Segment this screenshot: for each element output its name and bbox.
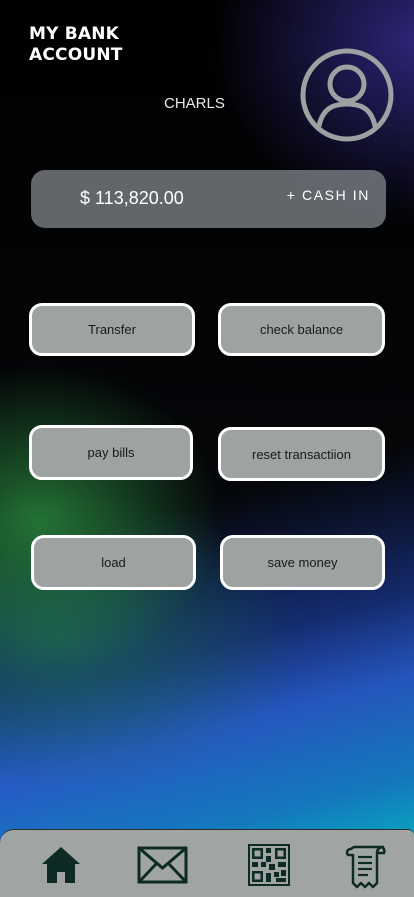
user-circle-icon[interactable] xyxy=(299,47,395,143)
qr-code-icon[interactable] xyxy=(248,844,290,890)
user-name: CHARLS xyxy=(164,95,225,112)
receipt-icon[interactable] xyxy=(343,843,387,893)
pay-bills-button[interactable]: pay bills xyxy=(29,425,193,480)
cash-in-button[interactable]: + CASH IN xyxy=(287,187,370,203)
balance-card: $ 113,820.00 + CASH IN xyxy=(31,170,386,228)
reset-transaction-button[interactable]: reset transactiion xyxy=(218,427,385,481)
balance-amount: $ 113,820.00 xyxy=(80,188,184,208)
load-button[interactable]: load xyxy=(31,535,196,590)
save-money-button[interactable]: save money xyxy=(220,535,385,590)
mail-icon[interactable] xyxy=(137,846,188,888)
bottom-nav xyxy=(0,829,414,897)
app-title: MY BANK ACCOUNT xyxy=(29,24,123,66)
check-balance-button[interactable]: check balance xyxy=(218,303,385,356)
transfer-button[interactable]: Transfer xyxy=(29,303,195,356)
app-title-line2: ACCOUNT xyxy=(29,45,123,65)
app-title-line1: MY BANK xyxy=(29,24,120,44)
home-icon[interactable] xyxy=(40,845,82,889)
